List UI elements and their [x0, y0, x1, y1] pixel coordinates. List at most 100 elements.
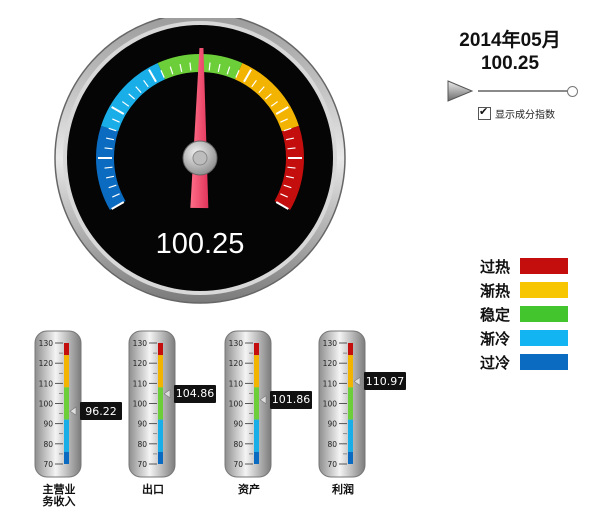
- band-segment: [64, 355, 69, 388]
- date-block: 2014年05月 100.25: [440, 30, 580, 76]
- scale-label: 130: [323, 339, 338, 348]
- band-segment: [64, 387, 69, 420]
- slider-handle[interactable]: [567, 86, 578, 97]
- scale-label: 70: [43, 460, 53, 469]
- scale-label: 100: [323, 400, 338, 409]
- band-segment: [64, 451, 69, 464]
- component-label-line: 出口: [142, 483, 164, 496]
- show-components-checkbox[interactable]: ✔: [478, 105, 491, 120]
- gauge-tick: [208, 62, 211, 71]
- component-gauge: 130 120 110 100 90 80 70: [224, 330, 272, 478]
- gauge-tick: [104, 166, 113, 169]
- band-segment: [348, 387, 353, 420]
- current-date: 2014年05月: [459, 30, 561, 51]
- band-segment: [158, 451, 163, 464]
- component-value: 104.86: [174, 384, 216, 403]
- component-index-toggle[interactable]: ✔ 显示成分指数: [478, 105, 555, 121]
- component-gauge: 130 120 110 100 90 80 70: [128, 330, 176, 478]
- component-value: 110.97: [364, 372, 406, 391]
- component-label: 利润: [308, 484, 378, 496]
- band-segment: [158, 343, 163, 356]
- component-label: 出口: [118, 484, 188, 496]
- band-segment: [158, 355, 163, 388]
- legend-swatch: [520, 258, 568, 274]
- scale-label: 130: [39, 339, 54, 348]
- scale-label: 80: [137, 440, 147, 449]
- scale-label: 110: [229, 379, 244, 388]
- scale-label: 90: [233, 420, 243, 429]
- legend-item: 过热: [480, 254, 568, 278]
- band-segment: [64, 419, 69, 452]
- legend-label: 渐热: [480, 281, 511, 300]
- component-value: 96.22: [80, 402, 122, 421]
- component-label: 主营业 务收入: [24, 484, 94, 508]
- band-segment: [348, 355, 353, 388]
- checkmark-icon: ✔: [479, 105, 489, 118]
- scale-label: 80: [43, 440, 53, 449]
- legend-label: 过热: [480, 257, 511, 276]
- legend-swatch: [520, 354, 568, 370]
- gauge-value: 100.25: [156, 228, 245, 260]
- component-label: 资产: [214, 484, 284, 496]
- band-segment: [254, 387, 259, 420]
- scale-label: 130: [229, 339, 244, 348]
- band-segment: [158, 387, 163, 420]
- band-segment: [64, 343, 69, 356]
- scale-label: 110: [323, 379, 338, 388]
- component-label-line: 利润: [332, 483, 354, 496]
- legend-item: 过冷: [480, 350, 568, 374]
- band-segment: [254, 343, 259, 356]
- band-segment: [254, 451, 259, 464]
- scale-label: 110: [39, 379, 54, 388]
- scale-label: 70: [233, 460, 243, 469]
- scale-label: 120: [229, 359, 244, 368]
- band-segment: [158, 419, 163, 452]
- scale-label: 90: [137, 420, 147, 429]
- timeline-slider[interactable]: [478, 86, 578, 98]
- scale-label: 90: [43, 420, 53, 429]
- scale-label: 120: [39, 359, 54, 368]
- legend-label: 渐冷: [480, 329, 511, 348]
- gauge-tick: [104, 147, 113, 150]
- scale-label: 80: [233, 440, 243, 449]
- band-segment: [254, 355, 259, 388]
- scale-label: 100: [229, 400, 244, 409]
- scale-label: 100: [133, 400, 148, 409]
- slider-track: [478, 90, 572, 92]
- component-label-line: 务收入: [42, 495, 76, 508]
- legend-label: 过冷: [480, 353, 511, 372]
- current-index-value: 100.25: [480, 53, 540, 74]
- scale-label: 110: [133, 379, 148, 388]
- gauge-hub-center: [192, 150, 208, 166]
- band-segment: [348, 451, 353, 464]
- checkbox-label: 显示成分指数: [495, 110, 555, 121]
- gauge-tick: [287, 166, 296, 169]
- scale-label: 120: [133, 359, 148, 368]
- legend-swatch: [520, 306, 568, 322]
- band-segment: [254, 419, 259, 452]
- band-segment: [348, 419, 353, 452]
- component-label-line: 资产: [238, 483, 260, 496]
- scale-label: 130: [133, 339, 148, 348]
- band-segment: [348, 343, 353, 356]
- legend: 过热 渐热 稳定 渐冷 过冷: [480, 254, 568, 374]
- gauge-tick: [287, 147, 296, 150]
- component-value: 101.86: [270, 390, 312, 409]
- scale-label: 70: [327, 460, 337, 469]
- scale-label: 100: [39, 400, 54, 409]
- scale-label: 80: [327, 440, 337, 449]
- gauge-tick: [189, 62, 192, 71]
- main-gauge: 100.25: [54, 18, 346, 304]
- scale-label: 90: [327, 420, 337, 429]
- legend-swatch: [520, 330, 568, 346]
- legend-item: 稳定: [480, 302, 568, 326]
- legend-item: 渐热: [480, 278, 568, 302]
- legend-item: 渐冷: [480, 326, 568, 350]
- component-gauge: 130 120 110 100 90 80 70: [34, 330, 82, 478]
- legend-label: 稳定: [480, 305, 511, 324]
- scale-label: 120: [323, 359, 338, 368]
- play-icon[interactable]: [446, 80, 474, 102]
- component-gauge: 130 120 110 100 90 80 70: [318, 330, 366, 478]
- legend-swatch: [520, 282, 568, 298]
- scale-label: 70: [137, 460, 147, 469]
